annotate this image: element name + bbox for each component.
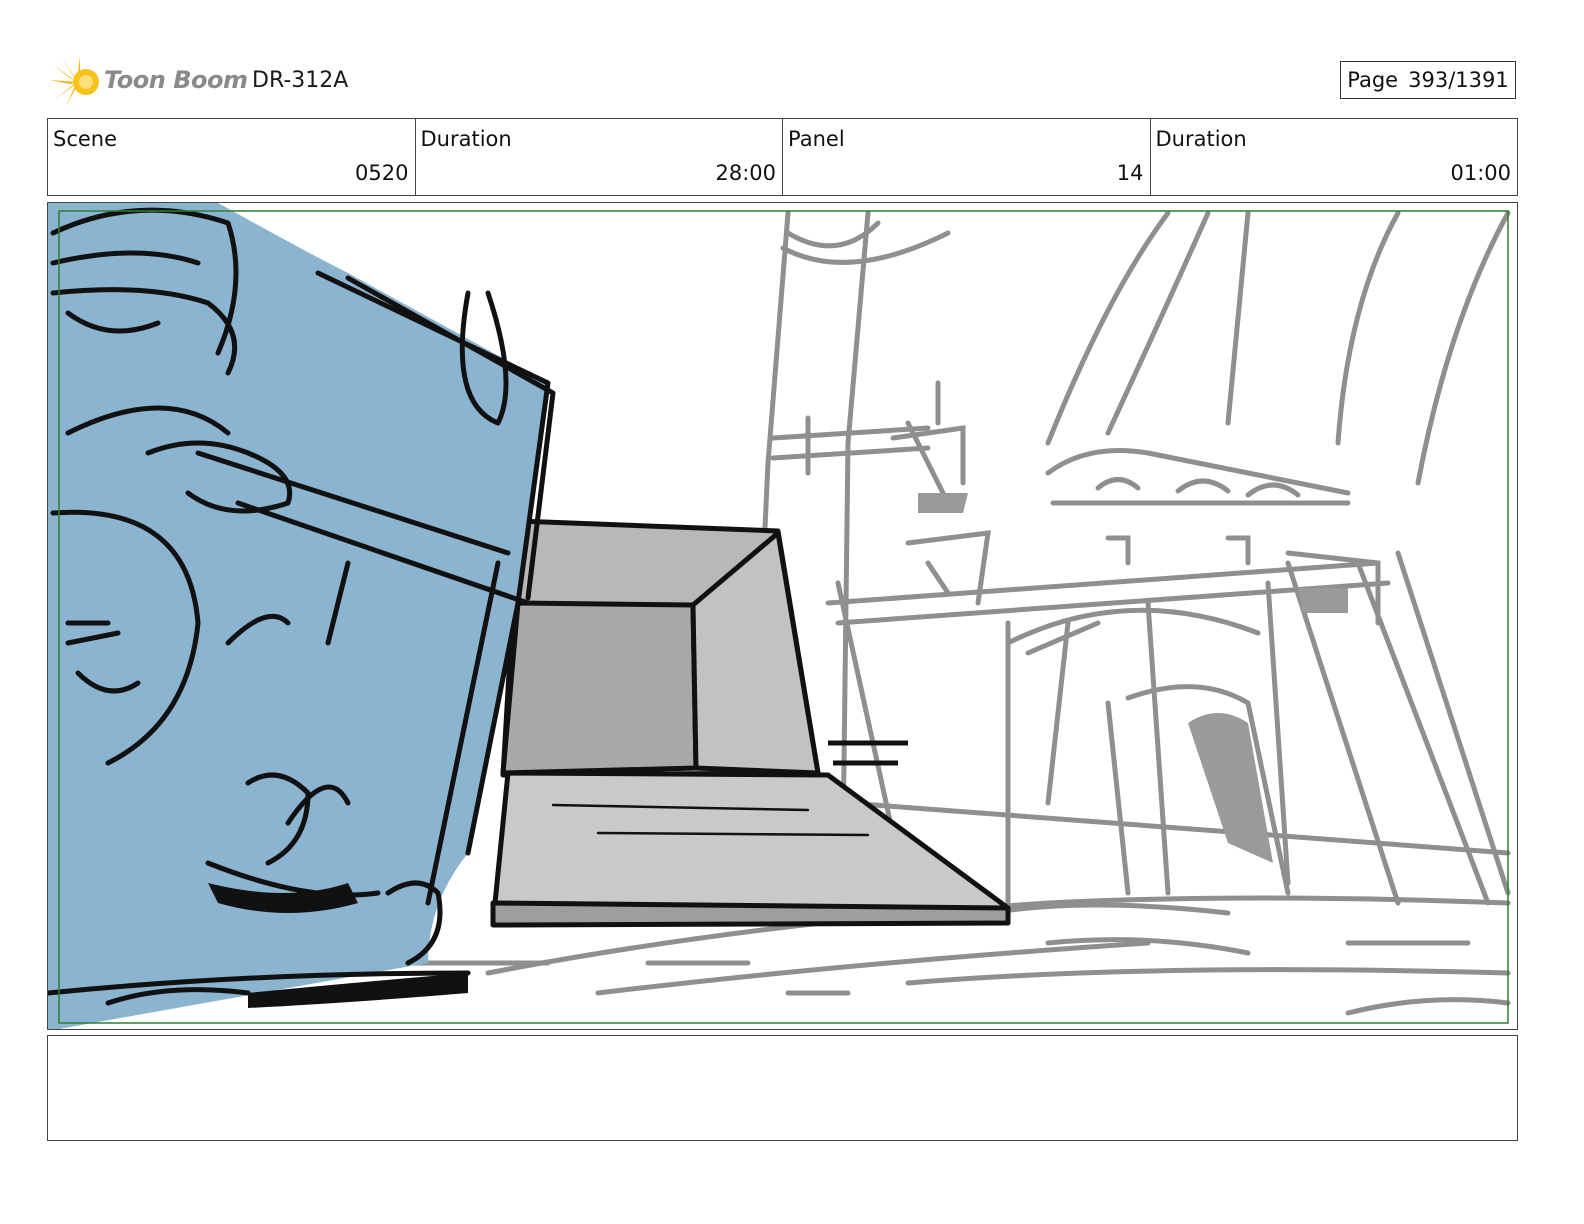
panel-duration-cell: Duration 01:00 (1151, 119, 1518, 195)
panel-cell: Panel 14 (783, 119, 1151, 195)
page-value: 393/1391 (1408, 68, 1509, 92)
archway-shadow (1188, 713, 1273, 863)
scene-duration-value: 28:00 (715, 161, 776, 185)
panel-duration-value: 01:00 (1450, 161, 1511, 185)
page-indicator: Page 393/1391 (1340, 61, 1516, 99)
panel-label: Panel (788, 127, 845, 151)
storyboard-panel (47, 202, 1518, 1030)
toon-boom-logo: Toon Boom (50, 56, 248, 108)
scene-cell: Scene 0520 (48, 119, 416, 195)
gray-prop-sketch (490, 518, 1011, 928)
blue-character-sketch (48, 203, 556, 1029)
window-shadow-1 (918, 493, 968, 513)
window-shadow-2 (1298, 588, 1348, 613)
logo-text: Toon Boom (104, 66, 248, 94)
scene-value: 0520 (355, 161, 409, 185)
panel-info-table: Scene 0520 Duration 28:00 Panel 14 Durat… (47, 118, 1518, 196)
scene-duration-label: Duration (420, 127, 512, 151)
panel-duration-label: Duration (1155, 127, 1247, 151)
production-code: DR-312A (252, 68, 349, 93)
panel-value: 14 (1116, 161, 1144, 185)
scene-label: Scene (53, 127, 118, 151)
page-label: Page (1347, 68, 1399, 92)
scene-duration-cell: Duration 28:00 (416, 119, 783, 195)
starburst-icon (50, 56, 99, 106)
storyboard-sketch (48, 203, 1511, 1029)
panel-notes (47, 1035, 1518, 1141)
